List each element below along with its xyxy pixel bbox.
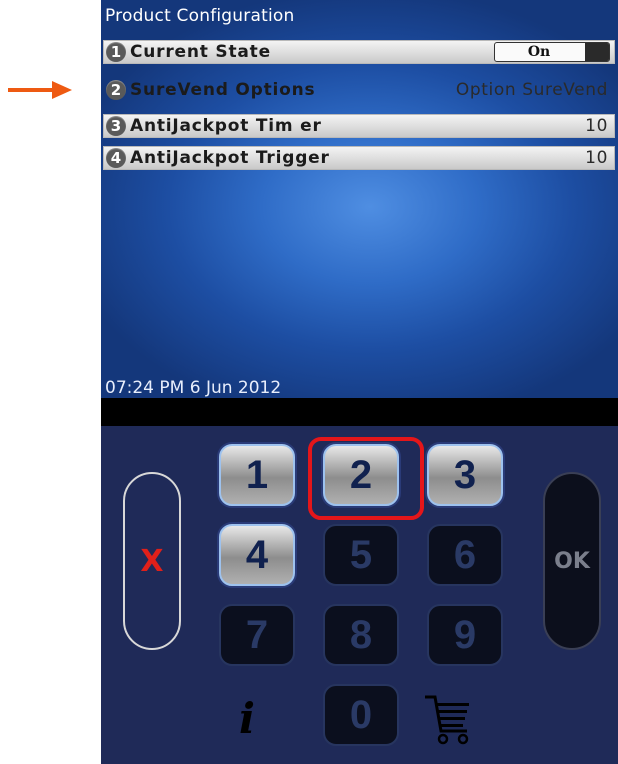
key-4[interactable]: 4 [219,524,295,586]
key-9[interactable]: 9 [427,604,503,666]
key-7[interactable]: 7 [219,604,295,666]
number-badge-2: 2 [106,80,126,100]
row-label: SureVend Options [130,80,316,100]
row-surevend-options[interactable]: 2 SureVend Options Option SureVend [103,78,615,102]
row-value: 10 [585,116,608,136]
page-title: Product Configuration [105,6,295,26]
key-3[interactable]: 3 [427,444,503,506]
key-6[interactable]: 6 [427,524,503,586]
cancel-button[interactable]: X [123,472,181,650]
ok-button[interactable]: OK [543,472,601,650]
toggle-knob [585,43,609,61]
row-label: Current State [130,42,271,62]
key-highlight-box [308,437,424,520]
cancel-x-icon: X [140,543,164,579]
number-badge-1: 1 [106,42,126,62]
info-icon[interactable]: i [239,694,255,743]
device-screen: Product Configuration 1 Current State On… [101,0,618,398]
timestamp: 07:24 PM 6 Jun 2012 [105,378,282,398]
row-current-state[interactable]: 1 Current State On [103,40,615,64]
number-badge-4: 4 [106,148,126,168]
key-1[interactable]: 1 [219,444,295,506]
row-value: 10 [585,148,608,168]
number-badge-3: 3 [106,116,126,136]
key-0[interactable]: 0 [323,684,399,746]
row-antijackpot-trigger[interactable]: 4 AntiJackpot Trigger 10 [103,146,615,170]
state-toggle[interactable]: On [494,42,610,62]
cart-icon[interactable] [423,691,473,746]
row-value: Option SureVend [455,80,608,100]
divider-bar [101,398,618,426]
ok-check-icon: OK [554,548,590,574]
key-8[interactable]: 8 [323,604,399,666]
row-antijackpot-timer[interactable]: 3 AntiJackpot Tim er 10 [103,114,615,138]
annotation-arrow [8,81,72,99]
row-label: AntiJackpot Trigger [130,148,330,168]
toggle-value: On [527,44,551,60]
row-label: AntiJackpot Tim er [130,116,322,136]
key-5[interactable]: 5 [323,524,399,586]
